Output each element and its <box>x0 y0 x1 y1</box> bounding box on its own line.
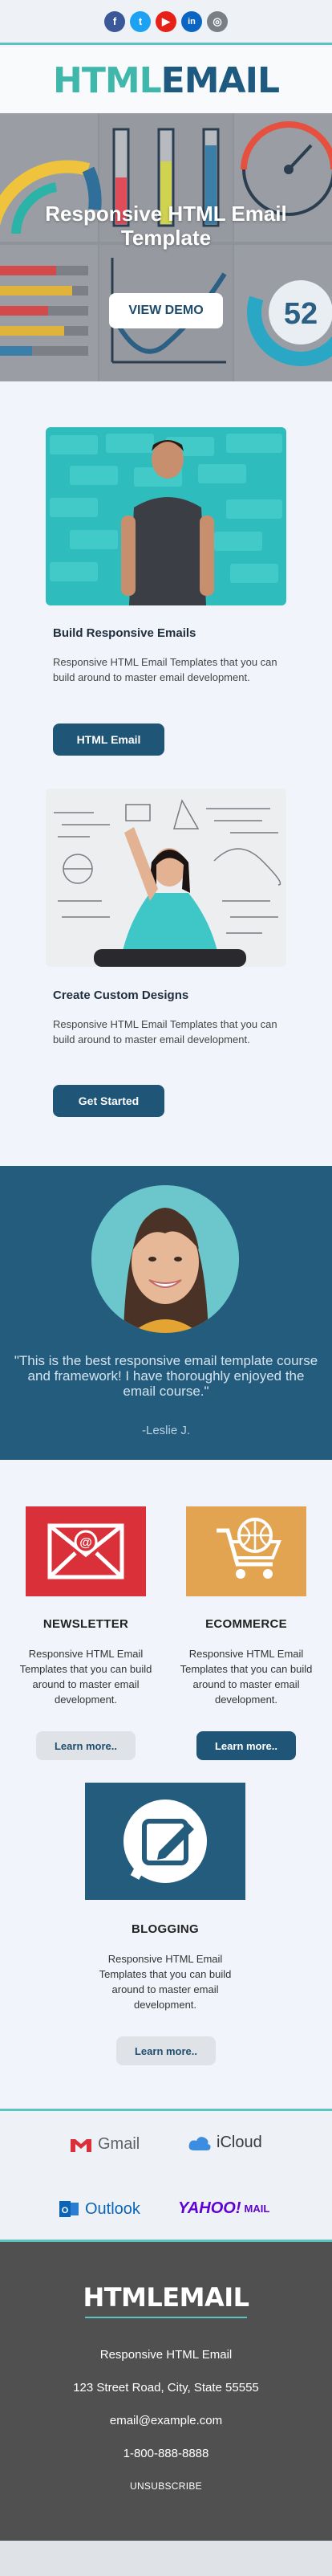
testimonial-quote: "This is the best responsive email templ… <box>14 1353 318 1399</box>
feature-title-blogging: BLOGGING <box>131 1922 200 1936</box>
logo[interactable]: HTMLEMAIL <box>53 59 280 101</box>
feature-title-ecommerce: ECOMMERCE <box>205 1617 287 1631</box>
ecommerce-card <box>186 1506 306 1596</box>
gauge-value: 52 <box>284 297 318 331</box>
card-title-build: Build Responsive Emails <box>53 626 196 640</box>
gmail-logo: Gmail <box>69 2135 140 2154</box>
gmail-icon <box>71 2138 91 2152</box>
footer-email-link[interactable]: email@example.com <box>0 2414 332 2427</box>
outlook-logo: O Outlook <box>58 2199 140 2219</box>
newsletter-learn-more-button[interactable]: Learn more.. <box>36 1731 136 1760</box>
card-image-man <box>46 427 286 605</box>
logo-part-email: EMAIL <box>160 59 280 101</box>
social-bar: f t ▶ in ◎ <box>0 0 332 45</box>
twitter-icon[interactable]: t <box>130 10 151 32</box>
svg-text:@: @ <box>79 1536 92 1550</box>
shopping-cart-icon <box>217 1518 281 1579</box>
svg-text:O: O <box>62 2206 69 2215</box>
icloud-label: iCloud <box>217 2134 262 2151</box>
hero-banner: 52 Responsive HTML Email Template VIEW D… <box>0 113 332 381</box>
logo-row: HTMLEMAIL <box>0 47 332 113</box>
testimonial-section: "This is the best responsive email templ… <box>0 1166 332 1460</box>
footer-company: Responsive HTML Email <box>99 2348 233 2362</box>
footer: HTMLEMAIL Responsive HTML Email 123 Stre… <box>0 2242 332 2541</box>
edit-icon <box>123 1800 207 1883</box>
yahoo-mail-logo: YAHOO! MAIL <box>178 2199 269 2218</box>
get-started-button[interactable]: Get Started <box>53 1085 164 1117</box>
yahoo-label: YAHOO! <box>178 2199 241 2217</box>
outlook-icon: O <box>59 2201 79 2217</box>
ecommerce-learn-more-button[interactable]: Learn more.. <box>196 1731 296 1760</box>
feature-title-newsletter: NEWSLETTER <box>43 1617 129 1631</box>
linkedin-icon[interactable]: in <box>181 10 202 32</box>
newsletter-card: @ <box>26 1506 146 1596</box>
outlook-label: Outlook <box>85 2199 140 2218</box>
cloud-icon <box>188 2136 211 2150</box>
hero-title: Responsive HTML Email Template <box>45 202 287 250</box>
card-text-create: Responsive HTML Email Templates that you… <box>53 1018 277 1045</box>
card-text-build: Responsive HTML Email Templates that you… <box>53 656 277 683</box>
blogging-learn-more-button[interactable]: Learn more.. <box>116 2036 216 2065</box>
feature-text-newsletter: Responsive HTML Email Templates that you… <box>19 1648 152 1706</box>
html-email-button[interactable]: HTML Email <box>53 723 164 756</box>
view-demo-button[interactable]: VIEW DEMO <box>109 293 223 328</box>
instagram-icon[interactable]: ◎ <box>207 10 228 32</box>
card-image-woman <box>46 789 286 967</box>
youtube-icon[interactable]: ▶ <box>156 10 176 32</box>
footer-logo-underline <box>85 2317 247 2318</box>
blogging-card <box>85 1783 245 1900</box>
email-clients-section: Gmail iCloud O Outlook YAHOO! MAIL <box>0 2109 332 2242</box>
unsubscribe-link[interactable]: UNSUBSCRIBE <box>0 2480 332 2492</box>
feature-text-ecommerce: Responsive HTML Email Templates that you… <box>180 1648 313 1706</box>
facebook-icon[interactable]: f <box>104 10 125 32</box>
testimonial-author: -Leslie J. <box>141 1424 191 1437</box>
logo-part-html: HTML <box>53 59 162 101</box>
icloud-logo: iCloud <box>188 2134 262 2152</box>
feature-text-blogging: Responsive HTML Email Templates that you… <box>99 1953 232 2011</box>
email-icon: @ <box>47 1523 124 1579</box>
footer-logo[interactable]: HTMLEMAIL <box>0 2282 332 2313</box>
footer-phone: 1-800-888-8888 <box>123 2447 209 2460</box>
bottom-strip <box>0 2541 332 2576</box>
gmail-label: Gmail <box>98 2135 140 2153</box>
testimonial-avatar <box>91 1185 239 1333</box>
footer-address: 123 Street Road, City, State 55555 <box>73 2381 259 2395</box>
card-title-create: Create Custom Designs <box>53 988 189 1002</box>
yahoo-mail-label: MAIL <box>244 2203 270 2215</box>
